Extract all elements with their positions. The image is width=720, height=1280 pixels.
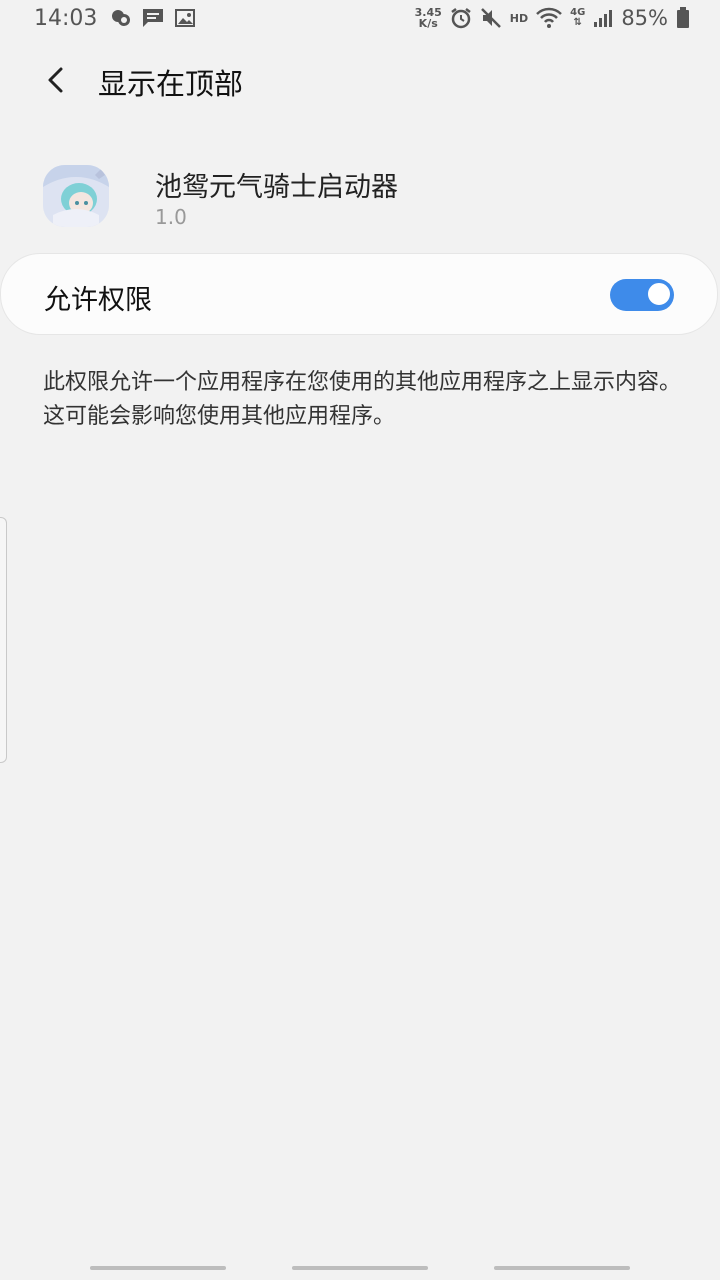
gesture-hint-home[interactable]: [292, 1266, 428, 1270]
app-version: 1.0: [155, 205, 187, 229]
battery-percent: 85%: [621, 6, 668, 30]
gesture-hint-left[interactable]: [90, 1266, 226, 1270]
app-name: 池鸳元气骑士启动器: [155, 172, 398, 203]
back-arrow-icon: [44, 66, 68, 94]
toggle-knob: [646, 281, 672, 307]
alarm-icon: [450, 7, 472, 29]
hd-label: HD: [509, 11, 529, 25]
permission-description: 此权限允许一个应用程序在您使用的其他应用程序之上显示内容。这可能会影响您使用其他…: [43, 370, 682, 429]
status-right: 3.45 K/s HD 4G ⇅ 85%: [415, 6, 690, 30]
mute-icon: [480, 7, 502, 29]
status-left-icons: [110, 8, 196, 28]
network-speed-unit: K/s: [418, 17, 438, 30]
battery-icon: [676, 7, 690, 29]
gesture-hint-right[interactable]: [494, 1266, 630, 1270]
data-arrows-icon: ⇅: [573, 17, 582, 28]
network-speed: 3.45 K/s: [415, 7, 442, 29]
allow-permission-row[interactable]: 允许权限: [0, 253, 718, 335]
back-button[interactable]: [36, 60, 76, 100]
network-type: 4G ⇅: [570, 8, 585, 28]
signal-icon: [593, 8, 613, 28]
image-icon: [174, 8, 196, 28]
app-bar: 显示在顶部: [0, 50, 720, 110]
permission-label: 允许权限: [44, 285, 152, 316]
weather-icon: [110, 8, 132, 28]
wifi-icon: [536, 7, 563, 29]
message-icon: [142, 8, 164, 28]
screen: 14:03 3.45 K/s HD 4G ⇅ 85% 显示在顶部 池鸳元气骑士启…: [0, 0, 720, 1280]
allow-permission-toggle[interactable]: [610, 279, 674, 311]
status-time: 14:03: [34, 6, 98, 31]
app-info: 池鸳元气骑士启动器 1.0: [0, 150, 720, 240]
app-icon: [43, 165, 109, 227]
page-title: 显示在顶部: [98, 67, 244, 101]
status-bar: 14:03 3.45 K/s HD 4G ⇅ 85%: [0, 0, 720, 38]
edge-panel-handle[interactable]: [0, 517, 7, 763]
